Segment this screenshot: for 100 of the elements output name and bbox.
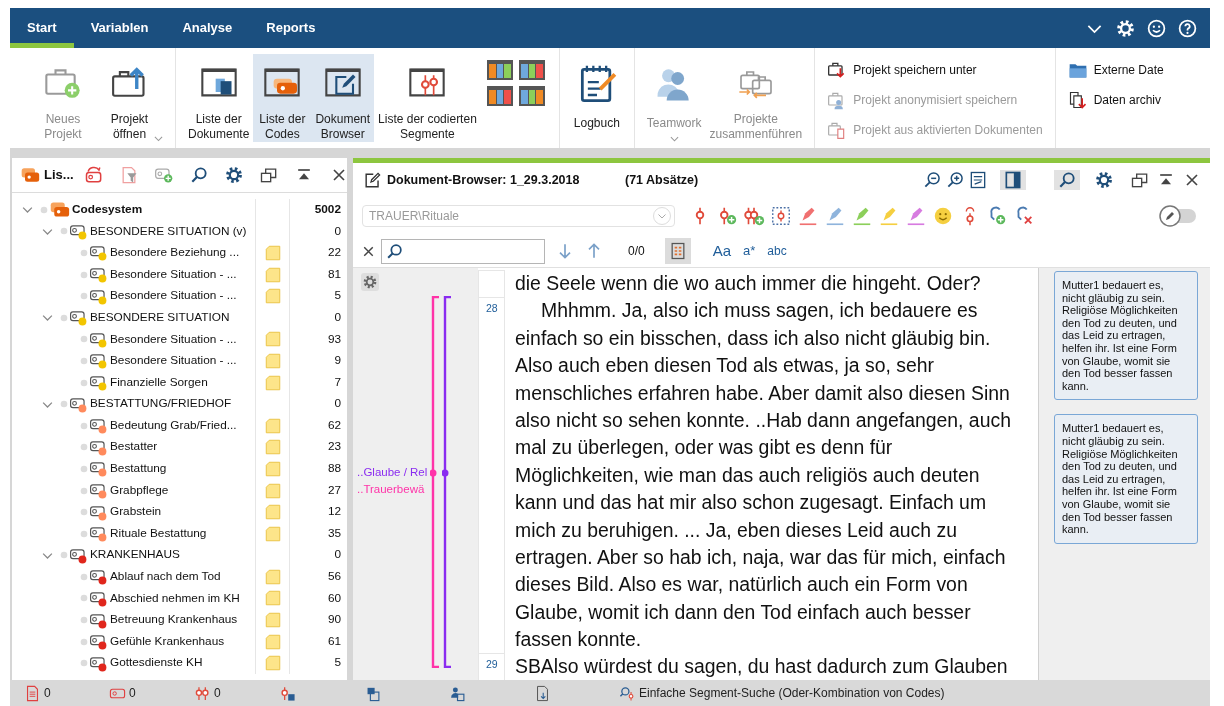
memo-icon[interactable] xyxy=(263,459,282,478)
pin-document-icon[interactable] xyxy=(279,684,296,702)
code-label[interactable]: Bestattung xyxy=(110,460,167,478)
code-label[interactable]: Grabpflege xyxy=(110,481,169,500)
memo-icon[interactable] xyxy=(263,438,282,457)
dot-icon[interactable] xyxy=(79,355,89,366)
text-option-button[interactable]: a* xyxy=(743,241,756,261)
dot-icon[interactable] xyxy=(59,399,69,410)
memo-icon[interactable] xyxy=(263,589,282,608)
document-arrow-icon[interactable] xyxy=(534,684,551,702)
memo-icon[interactable] xyxy=(263,481,282,500)
code-label[interactable]: Ablauf nach dem Tod xyxy=(110,568,221,586)
dot-icon[interactable] xyxy=(79,463,89,474)
pins-plus-icon[interactable] xyxy=(743,205,765,227)
ribbon-button[interactable]: Dokument Browser xyxy=(311,54,375,142)
code-label[interactable]: Besondere Situation - ... xyxy=(110,265,237,284)
memo-icon[interactable] xyxy=(263,265,282,284)
ribbon-button[interactable]: Logbuch xyxy=(567,54,626,142)
memo-icon[interactable] xyxy=(263,287,282,306)
search-pin-icon[interactable] xyxy=(619,684,636,702)
memo-icon[interactable] xyxy=(263,567,282,586)
code-label[interactable]: BESTATTUNG/FRIEDHOF xyxy=(90,395,232,413)
selection-icon[interactable] xyxy=(770,205,792,227)
code-label[interactable]: Betreuung Krankenhaus xyxy=(110,611,238,629)
dot-icon[interactable] xyxy=(79,442,89,453)
search-icon[interactable] xyxy=(1054,170,1080,190)
dot-icon[interactable] xyxy=(79,269,89,280)
memo-note[interactable]: Mutter1 bedauert es, nicht gläubig zu sein. Religiöse Möglichkeiten den Tod zu deuten, und das Leid zu ertragen, helfen ihr. Ist eine Form von Glaube, womit sie den Tod besser fassen kann. xyxy=(1054,271,1198,401)
page-icon[interactable] xyxy=(968,170,988,190)
menu-tab[interactable]: Analyse xyxy=(165,8,250,48)
ribbon-menu-item[interactable]: Projekt speichern unter xyxy=(827,60,1043,80)
memo-icon[interactable] xyxy=(263,330,282,349)
dot-icon[interactable] xyxy=(59,550,69,561)
code-label[interactable]: Besondere Situation - ... xyxy=(110,330,237,349)
settings-icon[interactable] xyxy=(223,165,244,185)
memo-icon[interactable] xyxy=(263,524,282,543)
memo-icon[interactable] xyxy=(263,632,282,651)
dot-icon[interactable] xyxy=(79,334,89,345)
memo-icon[interactable] xyxy=(263,351,282,370)
dot-icon[interactable] xyxy=(79,571,89,582)
zoom-out-icon[interactable] xyxy=(922,170,942,190)
code-label[interactable]: Besondere Beziehung ... xyxy=(110,244,240,262)
zoom-in-icon[interactable] xyxy=(945,170,965,190)
code-label[interactable]: BESONDERE SITUATION (v) xyxy=(90,222,247,241)
highlighter-icon[interactable] xyxy=(851,205,873,227)
dot-icon[interactable] xyxy=(39,204,49,215)
highlighter-icon[interactable] xyxy=(824,205,846,227)
ribbon-button[interactable]: Liste der codierten Segmente xyxy=(374,54,481,142)
ribbon-menu-item[interactable]: Externe Date xyxy=(1067,60,1164,80)
help-icon[interactable] xyxy=(1177,17,1198,39)
tag-arrow-icon[interactable] xyxy=(83,165,104,185)
ribbon-button[interactable]: Projekt öffnen xyxy=(92,54,167,142)
code-label[interactable]: Grabstein xyxy=(110,503,162,521)
code-label[interactable]: BESONDERE SITUATION xyxy=(90,308,230,327)
code-stripe-label[interactable]: ..Glaube / Rel xyxy=(357,464,428,482)
dot-icon[interactable] xyxy=(79,528,89,539)
panel-icon[interactable] xyxy=(1000,170,1026,190)
smiley-icon[interactable] xyxy=(932,205,954,227)
memo-icon[interactable] xyxy=(263,611,282,630)
search-field[interactable] xyxy=(381,238,545,264)
highlighter-icon[interactable] xyxy=(797,205,819,227)
memo-icon[interactable] xyxy=(263,503,282,522)
code-system-label[interactable]: Codesystem xyxy=(72,200,143,219)
settings-icon[interactable] xyxy=(362,274,378,290)
dot-icon[interactable] xyxy=(79,248,89,258)
code-label[interactable]: Besondere Situation - ... xyxy=(110,352,237,370)
settings-icon[interactable] xyxy=(1115,17,1136,39)
code-label[interactable]: Finanzielle Sorgen xyxy=(110,373,208,392)
dot-icon[interactable] xyxy=(79,507,89,518)
ribbon-menu-item[interactable]: Daten archiv xyxy=(1067,90,1164,110)
dot-icon[interactable] xyxy=(79,658,89,669)
dot-icon[interactable] xyxy=(79,420,89,431)
dot-icon[interactable] xyxy=(59,226,69,237)
text-option-button[interactable]: abc xyxy=(767,242,787,260)
settings-icon[interactable] xyxy=(1094,170,1114,190)
toggle-switch[interactable] xyxy=(1158,204,1198,228)
smiley-icon[interactable] xyxy=(1146,17,1167,39)
menu-tab[interactable]: Variablen xyxy=(73,8,166,48)
memo-icon[interactable] xyxy=(263,416,282,435)
memo-icon[interactable] xyxy=(263,244,282,262)
text-option-button[interactable]: Aa xyxy=(712,239,732,263)
memo-note[interactable]: Mutter1 bedauert es, nicht gläubig zu sein. Religiöse Möglichkeiten den Tod zu deuten, und das Leid zu ertragen, helfen ihr. Ist eine Form von Glaube, womit sie den Tod besser fassen kann. xyxy=(1054,414,1198,544)
code-label[interactable]: Gefühle Krankenhaus xyxy=(110,632,225,651)
code-label[interactable]: Rituale Bestattung xyxy=(110,524,207,543)
ribbon-button[interactable]: Liste der Codes xyxy=(253,54,312,142)
dot-icon[interactable] xyxy=(79,485,89,496)
dot-icon[interactable] xyxy=(79,377,89,388)
memo-icon[interactable] xyxy=(263,373,282,392)
code-label[interactable]: KRANKENHAUS xyxy=(90,546,180,565)
menu-tab[interactable]: Reports xyxy=(249,8,333,48)
pins-icon[interactable] xyxy=(194,684,211,702)
document-icon[interactable] xyxy=(24,684,41,702)
dot-icon[interactable] xyxy=(79,615,89,626)
code-label[interactable]: Gottesdienste KH xyxy=(110,654,203,673)
dot-icon[interactable] xyxy=(79,593,89,604)
dot-icon[interactable] xyxy=(79,291,89,302)
highlighter-icon[interactable] xyxy=(878,205,900,227)
code-label[interactable]: Bedeutung Grab/Fried... xyxy=(110,416,237,435)
highlighter-icon[interactable] xyxy=(905,205,927,227)
ribbon-button[interactable]: Liste der Dokumente xyxy=(184,54,254,142)
